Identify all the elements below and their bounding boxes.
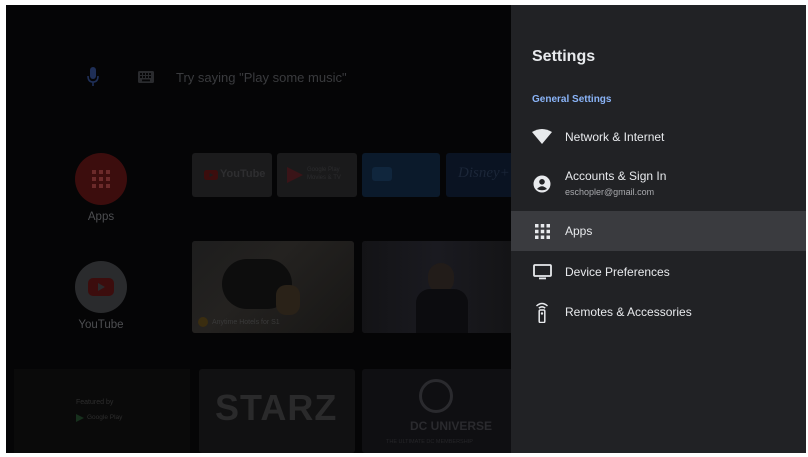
dc-tagline: THE ULTIMATE DC MEMBERSHIP — [386, 439, 473, 445]
device-preferences-label: Device Preferences — [565, 265, 670, 279]
featured-by-label: Featured by — [76, 399, 114, 406]
apps-circle-icon — [75, 153, 127, 205]
youtube-play-icon — [88, 278, 114, 296]
menu-item-network-internet[interactable]: Network & Internet — [511, 117, 806, 157]
apps-label: Apps — [565, 224, 593, 238]
youtube-circle-icon — [75, 261, 127, 313]
presenter-body-shape — [416, 289, 468, 333]
search-hint-text: Try saying "Play some music" — [176, 69, 347, 85]
play-movies-tile[interactable]: Google Play Movies & TV — [277, 153, 357, 197]
disney-plus-tile[interactable]: Disney+ — [446, 153, 511, 197]
youtube-tile-label: YouTube — [220, 168, 266, 180]
featured-video-tile[interactable]: Anytime Hotels for S1 — [192, 241, 354, 333]
featured-by-google-play-banner: Featured by Google Play — [14, 369, 190, 453]
network-internet-label: Network & Internet — [565, 130, 665, 144]
accounts-sign-in-label: Accounts & Sign In — [565, 169, 667, 183]
menu-item-accounts-sign-in[interactable]: Accounts & Sign In eschopler@gmail.com — [511, 159, 806, 207]
starz-tile[interactable]: STARZ — [199, 369, 355, 453]
disney-tile-label: Disney+ — [458, 165, 510, 181]
youtube-logo-icon — [204, 170, 218, 180]
tv-screen: Try saying "Play some music" Apps YouTub… — [6, 5, 806, 453]
wifi-icon — [532, 127, 552, 147]
play-movies-logo-icon — [287, 167, 303, 183]
video-caption: Anytime Hotels for S1 — [212, 319, 280, 326]
monitor-icon — [532, 262, 552, 282]
video-subject-shape-2 — [276, 285, 300, 315]
talk-show-tile[interactable] — [362, 241, 511, 333]
apps-grid-icon — [92, 170, 110, 188]
settings-title: Settings — [532, 48, 596, 65]
dc-universe-label: DC UNIVERSE — [410, 419, 493, 433]
remotes-accessories-label: Remotes & Accessories — [565, 305, 692, 319]
menu-item-device-preferences[interactable]: Device Preferences — [511, 252, 806, 292]
home-screen-background: Try saying "Play some music" Apps YouTub… — [6, 5, 511, 453]
apps-grid-icon — [532, 221, 552, 241]
menu-item-remotes-accessories[interactable]: Remotes & Accessories — [511, 292, 806, 332]
blue-channel-tile[interactable] — [362, 153, 440, 197]
channel-avatar-icon — [198, 317, 208, 327]
remote-icon — [532, 302, 552, 323]
tv-app-icon — [372, 167, 392, 181]
keyboard-icon[interactable] — [138, 71, 154, 83]
account-icon — [532, 174, 552, 194]
dc-logo-icon — [419, 379, 453, 413]
dc-universe-tile[interactable]: DC UNIVERSE THE ULTIMATE DC MEMBERSHIP — [362, 369, 511, 453]
search-bar[interactable]: Try saying "Play some music" — [86, 65, 347, 89]
youtube-channel-tile[interactable]: YouTube — [192, 153, 272, 197]
apps-favorite[interactable]: Apps — [75, 153, 129, 223]
menu-item-apps[interactable]: Apps — [511, 211, 806, 251]
play-movies-tile-label: Google Play Movies & TV — [307, 167, 341, 181]
settings-panel: Settings General Settings Network & Inte… — [511, 5, 806, 453]
apps-favorite-label: Apps — [87, 211, 115, 223]
account-email: eschopler@gmail.com — [565, 187, 655, 197]
google-play-label: Google Play — [87, 414, 123, 421]
starz-logo: STARZ — [215, 387, 338, 428]
youtube-favorite-label: YouTube — [78, 319, 124, 331]
microphone-icon[interactable] — [86, 66, 100, 88]
general-settings-header: General Settings — [532, 94, 612, 105]
youtube-favorite[interactable]: YouTube — [75, 261, 129, 331]
google-play-icon — [76, 414, 84, 422]
